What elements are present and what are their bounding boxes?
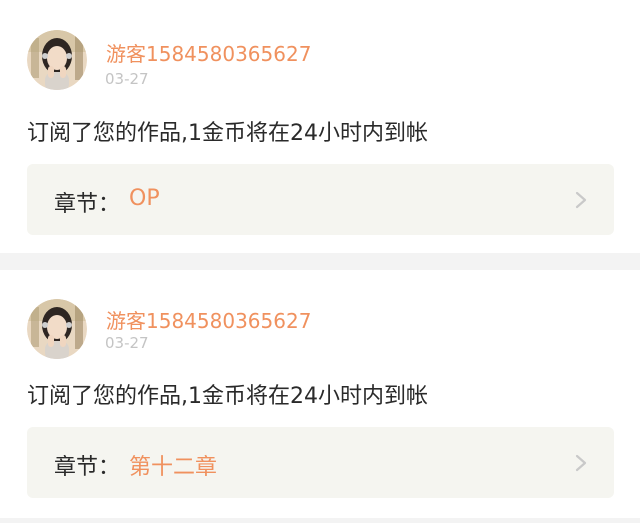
username-link[interactable]: 游客1584580365627 [106, 38, 311, 67]
chapter-name: 第十二章 [129, 455, 218, 480]
notification-feed: 游客1584580365627 03-27 订阅了您的作品,1金币将在24小时内… [0, 0, 640, 523]
notification-message: 订阅了您的作品,1金币将在24小时内到帐 [27, 121, 428, 146]
chapter-name: OP [129, 186, 160, 211]
notification-card: 游客1584580365627 03-27 订阅了您的作品,1金币将在24小时内… [0, 270, 640, 518]
username-link[interactable]: 游客1584580365627 [106, 305, 311, 334]
notification-date: 03-27 [105, 70, 149, 88]
notification-card: 游客1584580365627 03-27 订阅了您的作品,1金币将在24小时内… [0, 0, 640, 253]
avatar-image [27, 299, 87, 359]
chapter-label: 章节： [54, 192, 121, 217]
chapter-label: 章节： [54, 455, 121, 480]
user-avatar-icon[interactable] [27, 299, 87, 359]
chevron-right-icon [575, 454, 587, 472]
chapter-link-row[interactable]: 章节： OP [27, 164, 614, 235]
avatar-image [27, 30, 87, 90]
notification-message: 订阅了您的作品,1金币将在24小时内到帐 [27, 384, 428, 409]
chapter-link-row[interactable]: 章节： 第十二章 [27, 427, 614, 498]
chevron-right-icon [575, 191, 587, 209]
user-avatar-icon[interactable] [27, 30, 87, 90]
notification-date: 03-27 [105, 334, 149, 352]
